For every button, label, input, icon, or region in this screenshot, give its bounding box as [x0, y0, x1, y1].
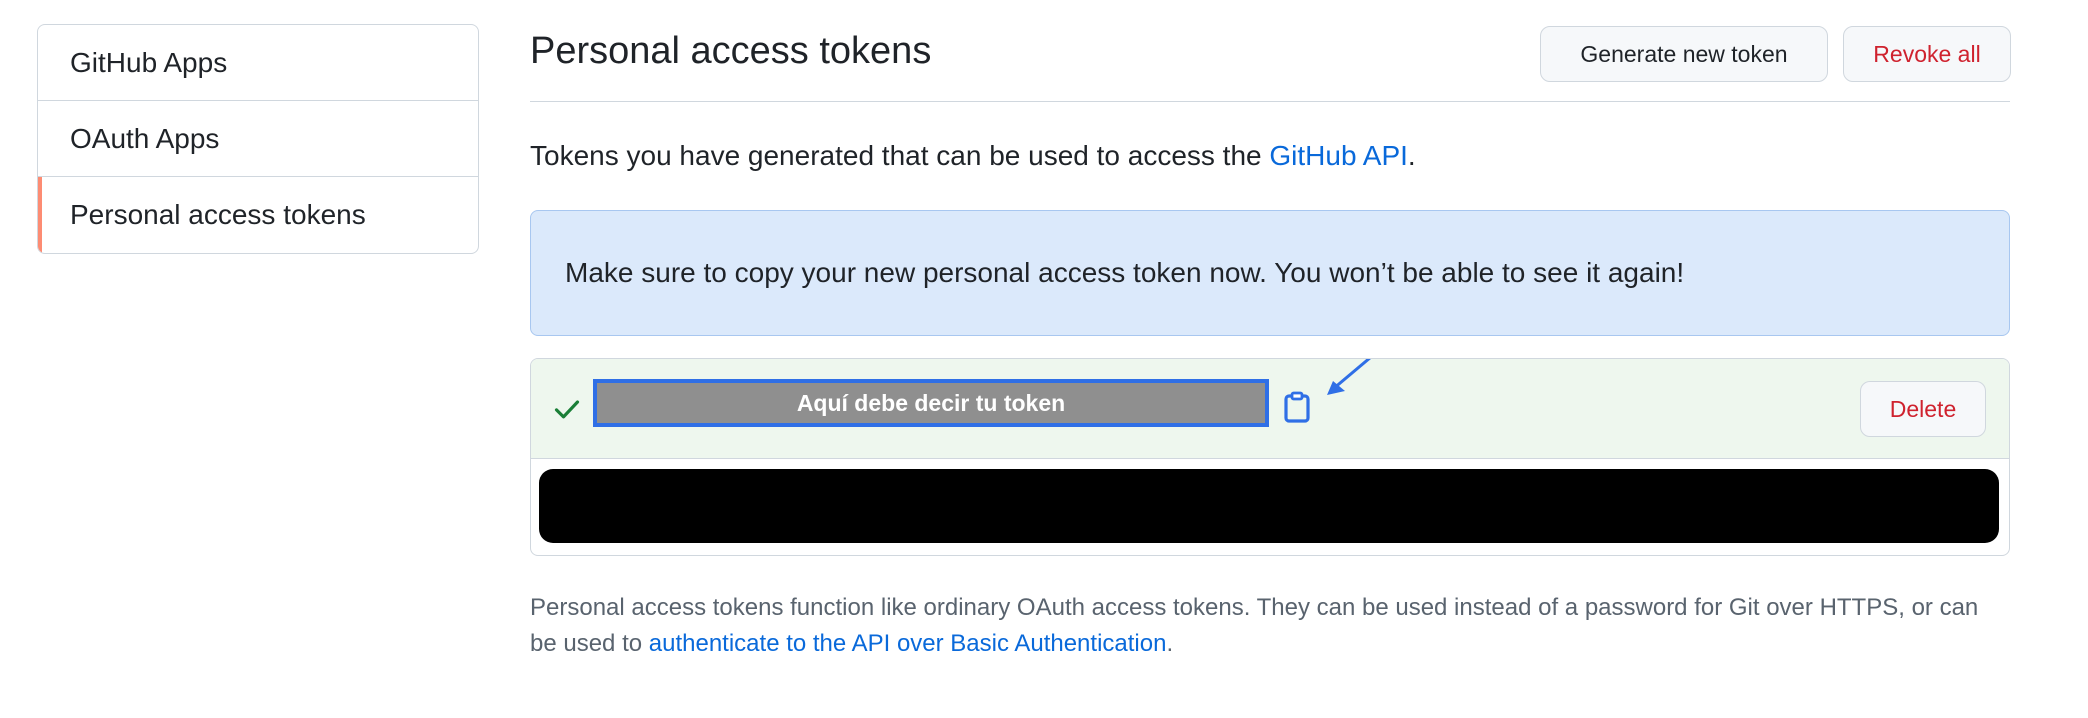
revoke-all-button[interactable]: Revoke all [1843, 26, 2011, 82]
token-note-suffix: . [1166, 630, 1174, 657]
intro-text-suffix: . [1407, 140, 1416, 171]
page-header: Personal access tokens Generate new toke… [530, 24, 2011, 102]
generate-new-token-button[interactable]: Generate new token [1540, 26, 1828, 82]
redacted-token-bar [539, 469, 1999, 543]
token-value-text: Aquí debe decir tu token [796, 389, 1066, 416]
token-value-field[interactable]: Aquí debe decir tu token [593, 379, 1269, 427]
delete-token-button[interactable]: Delete [1860, 381, 1986, 437]
basic-auth-link[interactable]: authenticate to the API over Basic Authe… [649, 630, 1167, 657]
sidebar-item-label: Personal access tokens [70, 199, 366, 230]
flash-message: Make sure to copy your new personal acce… [565, 257, 1685, 288]
sidebar-item-personal-access-tokens[interactable]: Personal access tokens [38, 177, 478, 253]
intro-text-body: Tokens you have generated that can be us… [530, 140, 1270, 171]
sidebar-item-label: OAuth Apps [70, 122, 220, 154]
sidebar-item-oauth-apps[interactable]: OAuth Apps [38, 101, 478, 177]
settings-sidebar: GitHub Apps OAuth Apps Personal access t… [37, 24, 479, 254]
check-icon [554, 400, 580, 419]
token-list: Aquí debe decir tu token Delete [530, 358, 2010, 556]
flash-notice: Make sure to copy your new personal acce… [530, 210, 2010, 336]
arrow-icon [1327, 359, 1371, 395]
sidebar-item-github-apps[interactable]: GitHub Apps [38, 25, 478, 101]
token-note: Personal access tokens function like ord… [530, 590, 2010, 662]
intro-text: Tokens you have generated that can be us… [530, 140, 1416, 172]
sidebar-item-label: GitHub Apps [70, 46, 228, 78]
clipboard-icon[interactable] [1283, 391, 1311, 423]
new-token-row: Aquí debe decir tu token Delete [531, 359, 2009, 459]
github-api-link[interactable]: GitHub API [1269, 140, 1408, 171]
page-title: Personal access tokens [530, 30, 932, 72]
